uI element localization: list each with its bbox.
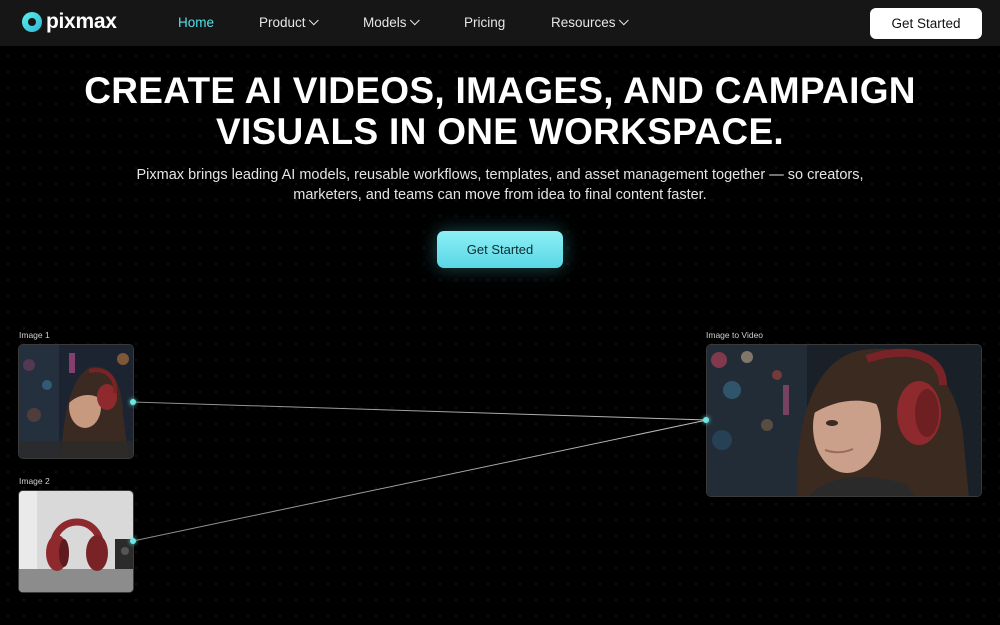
node-image-1-label: Image 1 bbox=[19, 330, 50, 340]
hero-subtitle: Pixmax brings leading AI models, reusabl… bbox=[100, 166, 900, 205]
node-image-2-output-port[interactable] bbox=[130, 538, 136, 544]
chevron-down-icon bbox=[618, 15, 629, 26]
chevron-down-icon bbox=[308, 15, 319, 26]
hero-subtitle-line-1: Pixmax brings leading AI models, reusabl… bbox=[136, 167, 864, 183]
pixmax-logo-icon bbox=[22, 12, 42, 32]
nav-resources-label: Resources bbox=[551, 15, 616, 30]
node-image-1[interactable] bbox=[18, 344, 134, 459]
node-image-to-video[interactable] bbox=[706, 344, 982, 497]
connection-image2-to-output bbox=[132, 419, 708, 542]
output-node-input-port[interactable] bbox=[703, 417, 709, 423]
chevron-down-icon bbox=[409, 15, 420, 26]
hero-title-line-2: VISUALS IN ONE WORKSPACE. bbox=[215, 111, 785, 152]
nav-resources[interactable]: Resources bbox=[551, 15, 629, 30]
node-image-2[interactable] bbox=[18, 490, 134, 593]
nav-product[interactable]: Product bbox=[259, 15, 319, 30]
top-navbar: pixmax Home Product Models Pricing Resou… bbox=[0, 0, 1000, 46]
hero-title-line-1: CREATE AI VIDEOS, IMAGES, AND CAMPAIGN bbox=[84, 70, 916, 111]
nav-get-started-button[interactable]: Get Started bbox=[870, 8, 982, 39]
output-node-label: Image to Video bbox=[706, 330, 764, 340]
video-output-preview bbox=[707, 345, 981, 496]
nav-pricing[interactable]: Pricing bbox=[464, 15, 505, 30]
nav-models[interactable]: Models bbox=[363, 15, 420, 30]
nav-pricing-label: Pricing bbox=[464, 15, 506, 30]
nav-home[interactable]: Home bbox=[178, 15, 214, 30]
hero-subtitle-line-2: marketers, and teams can move from idea … bbox=[293, 186, 707, 203]
nav-models-label: Models bbox=[363, 15, 407, 30]
nav-product-label: Product bbox=[259, 15, 306, 30]
hero-get-started-button[interactable]: Get Started bbox=[437, 231, 563, 268]
headphones-product-thumbnail bbox=[19, 491, 133, 592]
node-image-2-label: Image 2 bbox=[19, 476, 50, 486]
nav-home-label: Home bbox=[178, 15, 215, 30]
woman-headphones-thumbnail bbox=[19, 345, 133, 458]
node-image-1-output-port[interactable] bbox=[130, 399, 136, 405]
hero-title: CREATE AI VIDEOS, IMAGES, AND CAMPAIGN V… bbox=[0, 70, 1000, 152]
brand-name: pixmax bbox=[46, 10, 117, 33]
brand-logo[interactable]: pixmax bbox=[22, 11, 117, 33]
connection-image1-to-output bbox=[132, 401, 708, 421]
